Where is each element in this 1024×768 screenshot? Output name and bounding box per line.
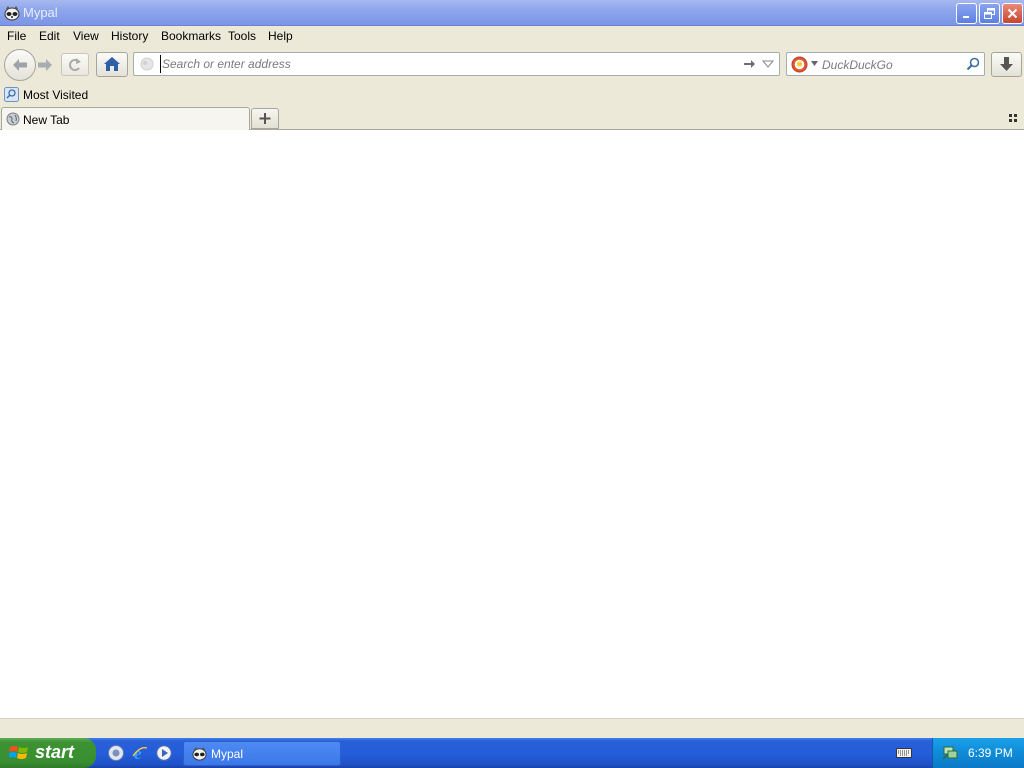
address-input[interactable] xyxy=(160,55,730,73)
system-tray: 6:39 PM xyxy=(932,738,1024,768)
menu-file[interactable]: File xyxy=(7,29,26,43)
menu-view[interactable]: View xyxy=(73,29,99,43)
globe-icon xyxy=(6,112,20,126)
internet-explorer-icon[interactable]: e xyxy=(131,744,149,762)
title-bar[interactable]: Mypal xyxy=(0,0,1024,26)
clock[interactable]: 6:39 PM xyxy=(968,746,1013,760)
tab-new-tab[interactable]: New Tab xyxy=(1,107,250,131)
search-input[interactable] xyxy=(822,56,962,73)
search-icon[interactable] xyxy=(966,57,980,71)
engine-dropdown-icon[interactable] xyxy=(811,61,818,66)
menu-history[interactable]: History xyxy=(111,29,148,43)
search-bar[interactable] xyxy=(786,52,985,76)
minimize-button[interactable] xyxy=(956,3,977,24)
restore-button[interactable] xyxy=(979,3,1000,24)
menu-help[interactable]: Help xyxy=(268,29,293,43)
plus-icon xyxy=(259,113,271,124)
page-content[interactable] xyxy=(0,130,1024,718)
tab-label: New Tab xyxy=(23,113,70,127)
back-arrow-icon xyxy=(13,59,27,71)
taskbar-item-label: Mypal xyxy=(211,747,244,761)
taskbar: start e Mypal 6:39 PM xyxy=(0,738,1024,768)
go-arrow-icon[interactable] xyxy=(742,57,756,71)
navigation-toolbar xyxy=(0,46,1024,84)
all-tabs-grid-icon[interactable] xyxy=(1009,113,1019,123)
most-visited-folder-icon[interactable] xyxy=(4,87,19,102)
tab-strip: New Tab xyxy=(0,106,1024,131)
reload-button[interactable] xyxy=(61,53,89,76)
bookmarks-toolbar: Most Visited xyxy=(0,84,1024,106)
taskbar-item-mypal[interactable]: Mypal xyxy=(183,741,341,766)
mypal-app-icon xyxy=(4,6,20,21)
restore-icon xyxy=(984,8,995,19)
forward-button[interactable] xyxy=(33,55,57,75)
bookmark-most-visited[interactable]: Most Visited xyxy=(23,88,88,102)
status-bar xyxy=(0,718,1024,738)
new-tab-button[interactable] xyxy=(251,108,279,129)
menu-bookmarks[interactable]: Bookmarks xyxy=(161,29,221,43)
downloads-button[interactable] xyxy=(991,52,1022,77)
download-icon xyxy=(1000,57,1013,71)
site-identity-icon xyxy=(140,57,154,71)
home-button[interactable] xyxy=(96,52,128,77)
minimize-icon xyxy=(963,16,969,18)
reload-icon xyxy=(69,58,81,71)
home-icon xyxy=(104,57,120,71)
forward-arrow-icon xyxy=(38,59,52,71)
menu-tools[interactable]: Tools xyxy=(228,29,256,43)
close-icon xyxy=(1007,8,1018,19)
start-button[interactable]: start xyxy=(0,738,96,768)
mypal-app-icon xyxy=(192,746,207,761)
media-player-icon[interactable] xyxy=(155,744,173,762)
back-button[interactable] xyxy=(4,49,36,81)
menu-bar: File Edit View History Bookmarks Tools H… xyxy=(0,27,1024,46)
menu-edit[interactable]: Edit xyxy=(39,29,60,43)
network-icon[interactable] xyxy=(942,744,959,761)
keyboard-icon[interactable] xyxy=(896,747,912,759)
start-label: start xyxy=(35,742,75,762)
duckduckgo-icon[interactable] xyxy=(791,56,808,73)
close-button[interactable] xyxy=(1002,3,1023,24)
browser-icon[interactable] xyxy=(107,744,125,762)
windows-flag-icon xyxy=(9,746,28,759)
dropdown-arrow-icon[interactable] xyxy=(762,59,774,69)
window-title: Mypal xyxy=(23,5,58,20)
address-bar[interactable] xyxy=(133,52,780,76)
